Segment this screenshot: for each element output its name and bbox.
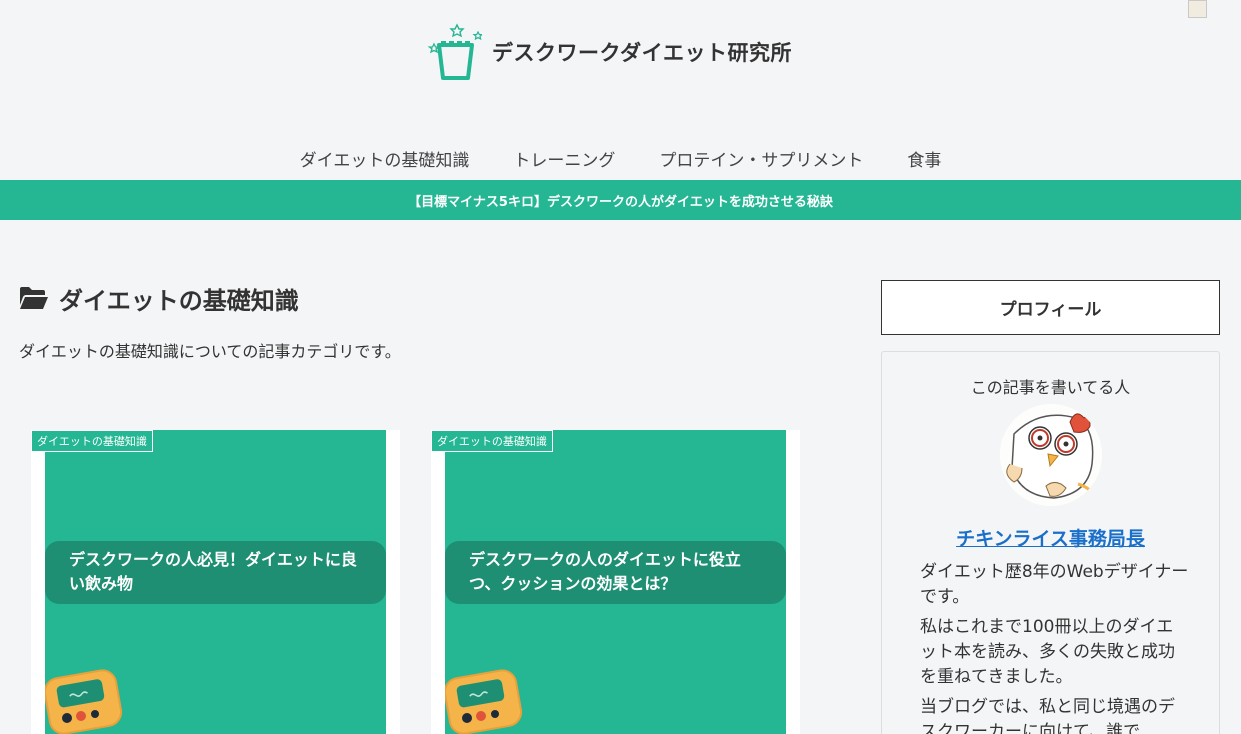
category-description: ダイエットの基礎知識についての記事カテゴリです。 [19, 342, 401, 361]
category-title: ダイエットの基礎知識 [19, 282, 299, 315]
site-header: デスクワークダイエット研究所 [0, 0, 1241, 125]
article-card[interactable]: ダイエットの基礎知識 デスクワークの人必見！ダイエットに良い飲み物 [31, 430, 400, 734]
cup-logo-icon [427, 23, 482, 80]
nav-item-diet-basics[interactable]: ダイエットの基礎知識 [278, 138, 492, 178]
sidebar-heading-text: プロフィール [999, 300, 1102, 320]
card-category-label[interactable]: ダイエットの基礎知識 [431, 430, 553, 452]
card-thumbnail[interactable]: デスクワークの人必見！ダイエットに良い飲み物 [45, 430, 386, 734]
sidebar-profile-heading: プロフィール [881, 280, 1220, 335]
nav-item-meals[interactable]: 食事 [885, 138, 963, 178]
card-thumb-title: デスクワークの人必見！ダイエットに良い飲み物 [45, 541, 386, 604]
chicken-avatar-icon [1000, 404, 1102, 506]
category-title-text: ダイエットの基礎知識 [59, 286, 299, 315]
translate-icon[interactable] [1188, 0, 1207, 18]
global-nav: ダイエットの基礎知識 トレーニング プロテイン・サプリメント 食事 [0, 138, 1241, 178]
author-name-link[interactable]: チキンライス事務局長 [882, 524, 1219, 551]
article-card[interactable]: ダイエットの基礎知識 デスクワークの人のダイエットに役立つ、クッションの効果とは… [431, 430, 800, 734]
profile-caption: この記事を書いてる人 [970, 378, 1131, 397]
card-category-label[interactable]: ダイエットの基礎知識 [31, 430, 153, 452]
card-thumb-title: デスクワークの人のダイエットに役立つ、クッションの効果とは？ [445, 541, 786, 604]
author-avatar [1000, 404, 1102, 506]
notice-text: 【目標マイナス5キロ】デスクワークの人がダイエットを成功させる秘訣 [408, 194, 833, 210]
nav-item-training[interactable]: トレーニング [491, 138, 637, 178]
bio-paragraph: 私はこれまで100冊以上のダイエット本を読み、多くの失敗と成功を重ねてきました。 [920, 617, 1175, 687]
site-logo[interactable]: デスクワークダイエット研究所 [426, 22, 792, 82]
card-thumbnail[interactable]: デスクワークの人のダイエットに役立つ、クッションの効果とは？ [445, 430, 786, 734]
site-title: デスクワークダイエット研究所 [492, 41, 792, 65]
nav-item-protein-supplements[interactable]: プロテイン・サプリメント [637, 138, 885, 178]
notice-bar[interactable]: 【目標マイナス5キロ】デスクワークの人がダイエットを成功させる秘訣 [0, 180, 1241, 220]
author-bio: ダイエット歴8年のWebデザイナーです。 私はこれまで100冊以上のダイエット本… [920, 560, 1190, 734]
computer-mascot-icon [445, 669, 523, 734]
bio-paragraph: ダイエット歴8年のWebデザイナーです。 [920, 562, 1189, 607]
bio-paragraph: 当ブログでは、私と同じ境遇のデスクワーカーに向けて、誰で [920, 697, 1175, 734]
profile-widget: この記事を書いてる人 チキンライス事務局長 ダイエット歴8年のWebデザイナーで… [881, 351, 1220, 734]
folder-open-icon [20, 287, 48, 309]
computer-mascot-icon [45, 669, 123, 734]
